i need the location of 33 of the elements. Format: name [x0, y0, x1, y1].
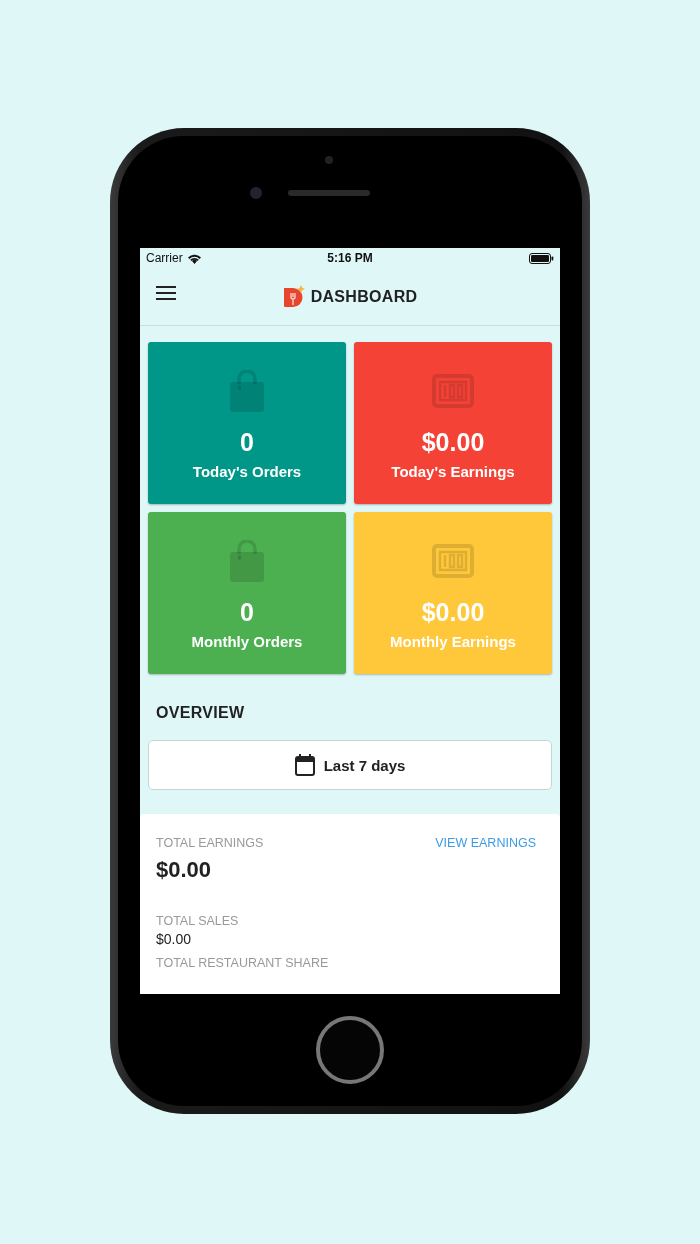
- stat-value: 0: [240, 598, 254, 627]
- menu-button[interactable]: [154, 284, 178, 302]
- view-earnings-link[interactable]: VIEW EARNINGS: [435, 836, 536, 850]
- camera-icon: [250, 187, 262, 199]
- screen-title: DASHBOARD: [310, 287, 418, 306]
- total-earnings-value: $0.00: [156, 857, 212, 883]
- shopping-bag-icon: [230, 370, 264, 412]
- stat-label: TOTAL SALES: [156, 914, 240, 928]
- stat-card[interactable]: 0 Today's Orders: [148, 342, 346, 504]
- battery-icon: [529, 252, 554, 264]
- wifi-icon: [186, 252, 202, 264]
- total-earnings-label: TOTAL EARNINGS: [156, 836, 264, 850]
- stat-label: Today's Earnings: [391, 463, 515, 480]
- stat-value: $0.00: [421, 428, 485, 457]
- carrier-name: Carrier: [146, 251, 183, 265]
- stat-value: 0: [240, 428, 254, 457]
- clock-time: 5:16 PM: [327, 251, 373, 265]
- stat-label: TOTAL RESTAURANT SHARE: [156, 956, 330, 970]
- banknote-icon: [432, 374, 474, 408]
- stat-card[interactable]: $0.00 Today's Earnings: [354, 342, 552, 504]
- banknote-icon: [432, 544, 474, 578]
- shopping-bag-icon: [230, 540, 264, 582]
- section-heading: OVERVIEW: [156, 704, 246, 722]
- stat-value: $0.00: [421, 598, 485, 627]
- logo-icon: [282, 285, 306, 308]
- stat-label: Monthly Orders: [191, 633, 303, 650]
- stat-card[interactable]: 0 Monthly Orders: [148, 512, 346, 674]
- stat-value: $0.00: [156, 931, 193, 947]
- stat-label: Monthly Earnings: [390, 633, 516, 650]
- stat-label: Today's Orders: [192, 463, 302, 480]
- sensor-icon: [325, 156, 333, 164]
- date-range-button[interactable]: Last 7 days: [148, 740, 552, 790]
- calendar-icon: [294, 754, 315, 776]
